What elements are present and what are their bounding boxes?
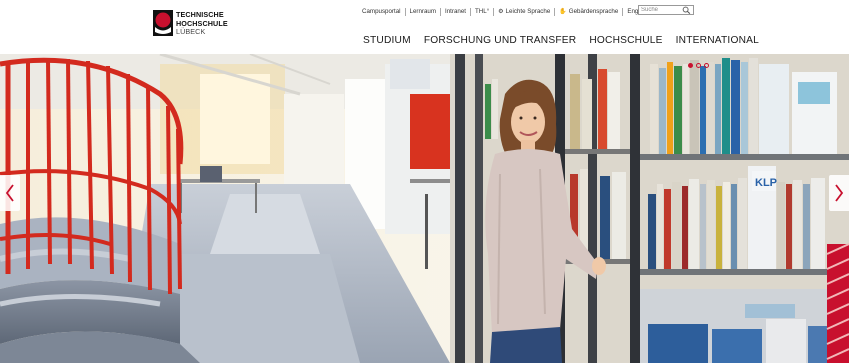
site-header: TECHNISCHE HOCHSCHULE LÜBECK Campusporta… — [0, 0, 849, 54]
slider-dot-3[interactable] — [704, 63, 709, 68]
university-logo[interactable]: TECHNISCHE HOCHSCHULE LÜBECK — [153, 10, 243, 40]
utility-link-intranet[interactable]: Intranet — [440, 8, 470, 16]
slider-prev-button[interactable] — [0, 175, 20, 211]
logo-line-3: LÜBECK — [176, 27, 206, 37]
logo-mark-icon — [153, 10, 173, 36]
hero-slider: KLP — [0, 54, 849, 363]
logo-text: TECHNISCHE HOCHSCHULE LÜBECK — [176, 10, 228, 37]
chevron-right-icon — [835, 184, 844, 202]
nav-item-studium[interactable]: STUDIUM — [363, 35, 411, 46]
nav-item-international[interactable]: INTERNATIONAL — [676, 35, 759, 46]
utility-link-gebaerdensprache[interactable]: ✋ Gebärdensprache — [554, 8, 622, 16]
utility-link-leichte-sprache-label: Leichte Sprache — [505, 8, 551, 15]
slider-dots — [688, 63, 709, 68]
slider-next-button[interactable] — [829, 175, 849, 211]
search-box — [638, 5, 694, 15]
utility-link-lernraum[interactable]: Lernraum — [404, 8, 440, 16]
easy-language-icon: ⚙ — [498, 9, 504, 15]
shelf-label: KLP — [755, 177, 777, 189]
utility-link-gebaerdensprache-label: Gebärdensprache — [568, 8, 619, 15]
chevron-left-icon — [5, 184, 14, 202]
utility-link-leichte-sprache[interactable]: ⚙ Leichte Sprache — [493, 8, 554, 16]
search-input[interactable] — [641, 6, 679, 14]
utility-nav: Campusportal Lernraum Intranet THL° ⚙ Le… — [358, 7, 652, 17]
nav-item-hochschule[interactable]: HOCHSCHULE — [589, 35, 662, 46]
utility-link-thl[interactable]: THL° — [470, 8, 493, 16]
slider-dot-1[interactable] — [688, 63, 693, 68]
search-icon[interactable] — [682, 6, 691, 14]
slider-dot-2[interactable] — [696, 63, 701, 68]
utility-link-campusportal[interactable]: Campusportal — [358, 8, 405, 16]
sign-language-icon: ✋ — [559, 9, 567, 15]
hero-image: KLP — [0, 54, 849, 363]
main-nav: STUDIUM FORSCHUNG UND TRANSFER HOCHSCHUL… — [363, 35, 759, 46]
nav-item-forschung-und-transfer[interactable]: FORSCHUNG UND TRANSFER — [424, 35, 577, 46]
